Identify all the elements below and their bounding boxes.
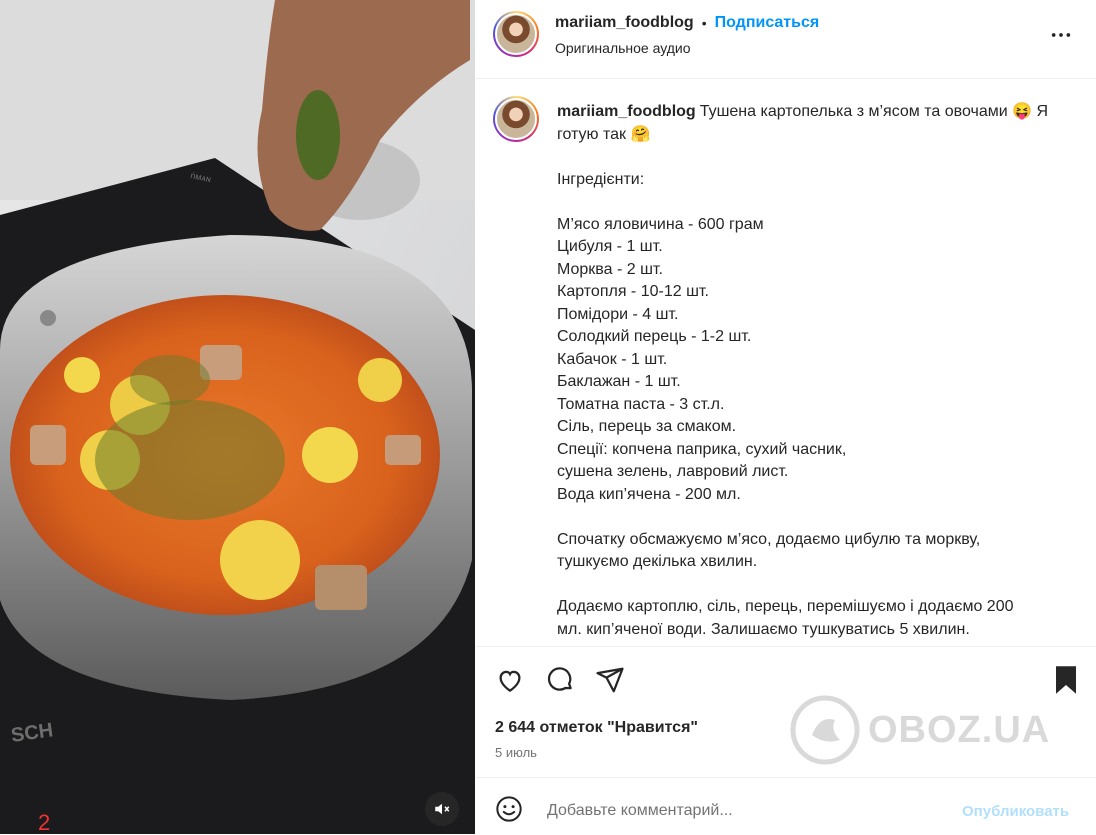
comment-bubble-icon bbox=[547, 667, 572, 691]
watermark-text: OBOZ.UA bbox=[868, 708, 1051, 751]
dill-sprinkle bbox=[130, 355, 210, 405]
more-options-button[interactable] bbox=[1050, 24, 1072, 52]
avatar-image bbox=[495, 13, 537, 55]
caption-text: Тушена картопелька з м’ясом та овочами 😝… bbox=[557, 103, 1049, 638]
follow-button[interactable]: Подписаться bbox=[715, 14, 820, 32]
muted-speaker-icon bbox=[435, 803, 450, 815]
header-username[interactable]: mariiam_foodblog bbox=[555, 14, 694, 32]
smiley-icon bbox=[496, 796, 522, 822]
caption-scroll-area[interactable]: mariiam_foodblog Тушена картопелька з м’я… bbox=[475, 79, 1096, 645]
potato bbox=[358, 358, 402, 402]
dill-handful bbox=[296, 90, 340, 180]
meat-piece bbox=[315, 565, 367, 610]
emoji-button[interactable] bbox=[495, 795, 523, 828]
comment-bar: Опубликовать bbox=[475, 777, 1096, 835]
mute-button[interactable] bbox=[425, 792, 459, 826]
author-avatar[interactable] bbox=[493, 11, 539, 57]
likes-count[interactable]: 2 644 отметок "Нравится" bbox=[495, 719, 698, 737]
dill-sprinkle bbox=[95, 400, 285, 520]
corner-mark: 2 bbox=[38, 810, 50, 834]
potato bbox=[220, 520, 300, 600]
save-button[interactable] bbox=[1053, 665, 1079, 700]
share-button[interactable] bbox=[595, 665, 625, 700]
caption-username[interactable]: mariiam_foodblog bbox=[557, 103, 696, 120]
watermark: OBOZ.UA bbox=[790, 695, 1050, 765]
post-caption: mariiam_foodblog Тушена картопелька з м’я… bbox=[557, 101, 1062, 641]
meat-piece bbox=[385, 435, 421, 465]
pot-handle bbox=[40, 310, 56, 326]
oboz-logo-icon bbox=[790, 695, 860, 765]
meat-piece bbox=[30, 425, 66, 465]
potato bbox=[64, 357, 100, 393]
paper-plane-icon bbox=[596, 667, 624, 693]
video-frame-illustration: SCH ṅᴍᴀɴ 2 bbox=[0, 0, 475, 834]
like-button[interactable] bbox=[495, 665, 525, 700]
avatar-image bbox=[495, 98, 537, 140]
post-date[interactable]: 5 июль bbox=[495, 745, 537, 760]
header-separator: • bbox=[701, 15, 707, 31]
bookmark-filled-icon bbox=[1056, 666, 1076, 694]
heart-icon bbox=[499, 670, 521, 692]
post-video[interactable]: SCH ṅᴍᴀɴ 2 bbox=[0, 0, 475, 834]
header-title-row: mariiam_foodblog • Подписаться bbox=[555, 14, 819, 32]
post-header: mariiam_foodblog • Подписаться Оригиналь… bbox=[475, 0, 1096, 79]
comment-button[interactable] bbox=[545, 665, 575, 700]
caption-avatar[interactable] bbox=[493, 96, 539, 142]
publish-button[interactable]: Опубликовать bbox=[962, 803, 1069, 820]
more-dots-icon bbox=[1051, 33, 1071, 37]
comment-input[interactable] bbox=[545, 801, 969, 821]
potato bbox=[302, 427, 358, 483]
post-details-panel: mariiam_foodblog • Подписаться Оригиналь… bbox=[475, 0, 1096, 834]
original-audio-link[interactable]: Оригинальное аудио bbox=[555, 40, 691, 56]
